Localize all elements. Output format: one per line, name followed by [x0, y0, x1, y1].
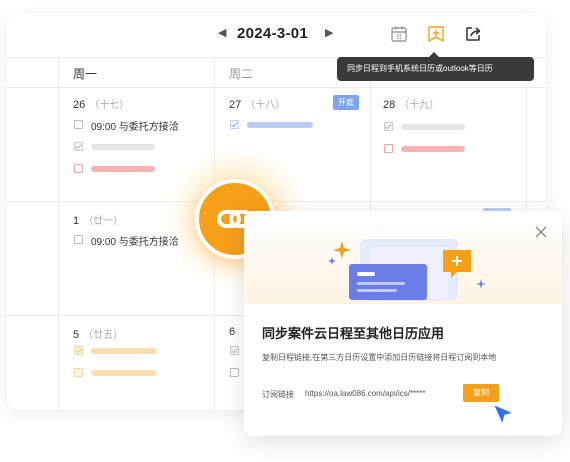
day-number: 5	[73, 329, 80, 341]
event-checkbox[interactable]	[74, 164, 83, 173]
divider	[7, 87, 546, 88]
day-number: 27	[229, 99, 242, 111]
day-cell-5[interactable]: 5 （廿五）	[73, 326, 123, 341]
event-checkbox[interactable]	[74, 120, 83, 129]
lunar-date: （廿五）	[83, 330, 124, 341]
day-number: 28	[383, 99, 396, 111]
lunar-date: （十八）	[245, 100, 286, 111]
event-checkbox[interactable]	[384, 122, 393, 131]
event-placeholder-bar	[91, 144, 155, 150]
event-placeholder-bar	[91, 348, 157, 354]
pointer-cursor-icon	[492, 403, 515, 426]
bookmark-plus-icon[interactable]	[426, 24, 446, 44]
event-checkbox[interactable]	[74, 346, 83, 355]
lunar-date: （十九）	[399, 100, 440, 111]
day-cell-27[interactable]: 27 （十八）	[229, 96, 285, 111]
day-number: 1	[73, 215, 80, 227]
event-checkbox[interactable]	[384, 144, 393, 153]
caret-right-icon[interactable]: ▶	[325, 26, 333, 39]
subscription-link-url[interactable]: https://oa.law086.com/api/ics/*****	[305, 389, 426, 398]
weekday-header-tue: 周二	[229, 67, 254, 81]
event-checkbox[interactable]	[230, 346, 239, 355]
event-placeholder-bar	[401, 146, 465, 152]
calendar-icon[interactable]: 日	[389, 24, 409, 44]
share-icon[interactable]	[463, 24, 483, 44]
day-cell-6[interactable]: 6	[229, 326, 235, 338]
current-date: 2024-3-01	[237, 25, 309, 42]
event-checkbox[interactable]	[74, 235, 83, 244]
day-number: 26	[73, 99, 86, 111]
day-number: 6	[229, 326, 236, 338]
event-placeholder-bar	[247, 122, 313, 128]
event-placeholder-bar	[91, 166, 155, 172]
divider	[58, 57, 59, 410]
lunar-date: （廿一）	[83, 216, 124, 227]
sync-tooltip: 同步日程到手机系统日历或outlook等日历	[337, 52, 534, 81]
day-cell-1[interactable]: 1 （廿一）	[73, 212, 123, 227]
weekday-header-mon: 周一	[73, 67, 98, 81]
day-cell-28[interactable]: 28 （十九）	[383, 96, 439, 111]
subscription-link-label: 订阅链接	[262, 390, 294, 399]
event-checkbox[interactable]	[230, 120, 239, 129]
event-checkbox[interactable]	[230, 368, 239, 377]
event-title[interactable]: 09:00 与委托方接洽	[91, 233, 179, 248]
close-icon[interactable]	[534, 225, 548, 239]
dialog-hero	[244, 211, 562, 304]
event-title[interactable]: 09:00 与委托方接洽	[91, 118, 179, 133]
event-checkbox[interactable]	[74, 142, 83, 151]
calendar-add-icon	[328, 239, 486, 301]
lunar-date: （十七）	[89, 100, 130, 111]
calendar-icon-text: 日	[396, 34, 402, 41]
day-cell-26[interactable]: 26 （十七）	[73, 96, 129, 111]
caret-left-icon[interactable]: ◀	[218, 26, 226, 39]
calendar-toolbar: ◀ 2024-3-01 ▶ 日	[7, 13, 546, 57]
copy-button[interactable]: 复制	[463, 384, 499, 402]
event-checkbox[interactable]	[74, 368, 83, 377]
dialog-title: 同步案件云日程至其他日历应用	[262, 326, 445, 341]
event-placeholder-bar	[401, 124, 465, 130]
event-placeholder-bar	[91, 370, 157, 376]
status-badge: 开庭	[333, 95, 359, 110]
dialog-description: 复制日程链接,在第三方日历设置中添加日历链接将日程订阅到本地	[262, 353, 497, 362]
